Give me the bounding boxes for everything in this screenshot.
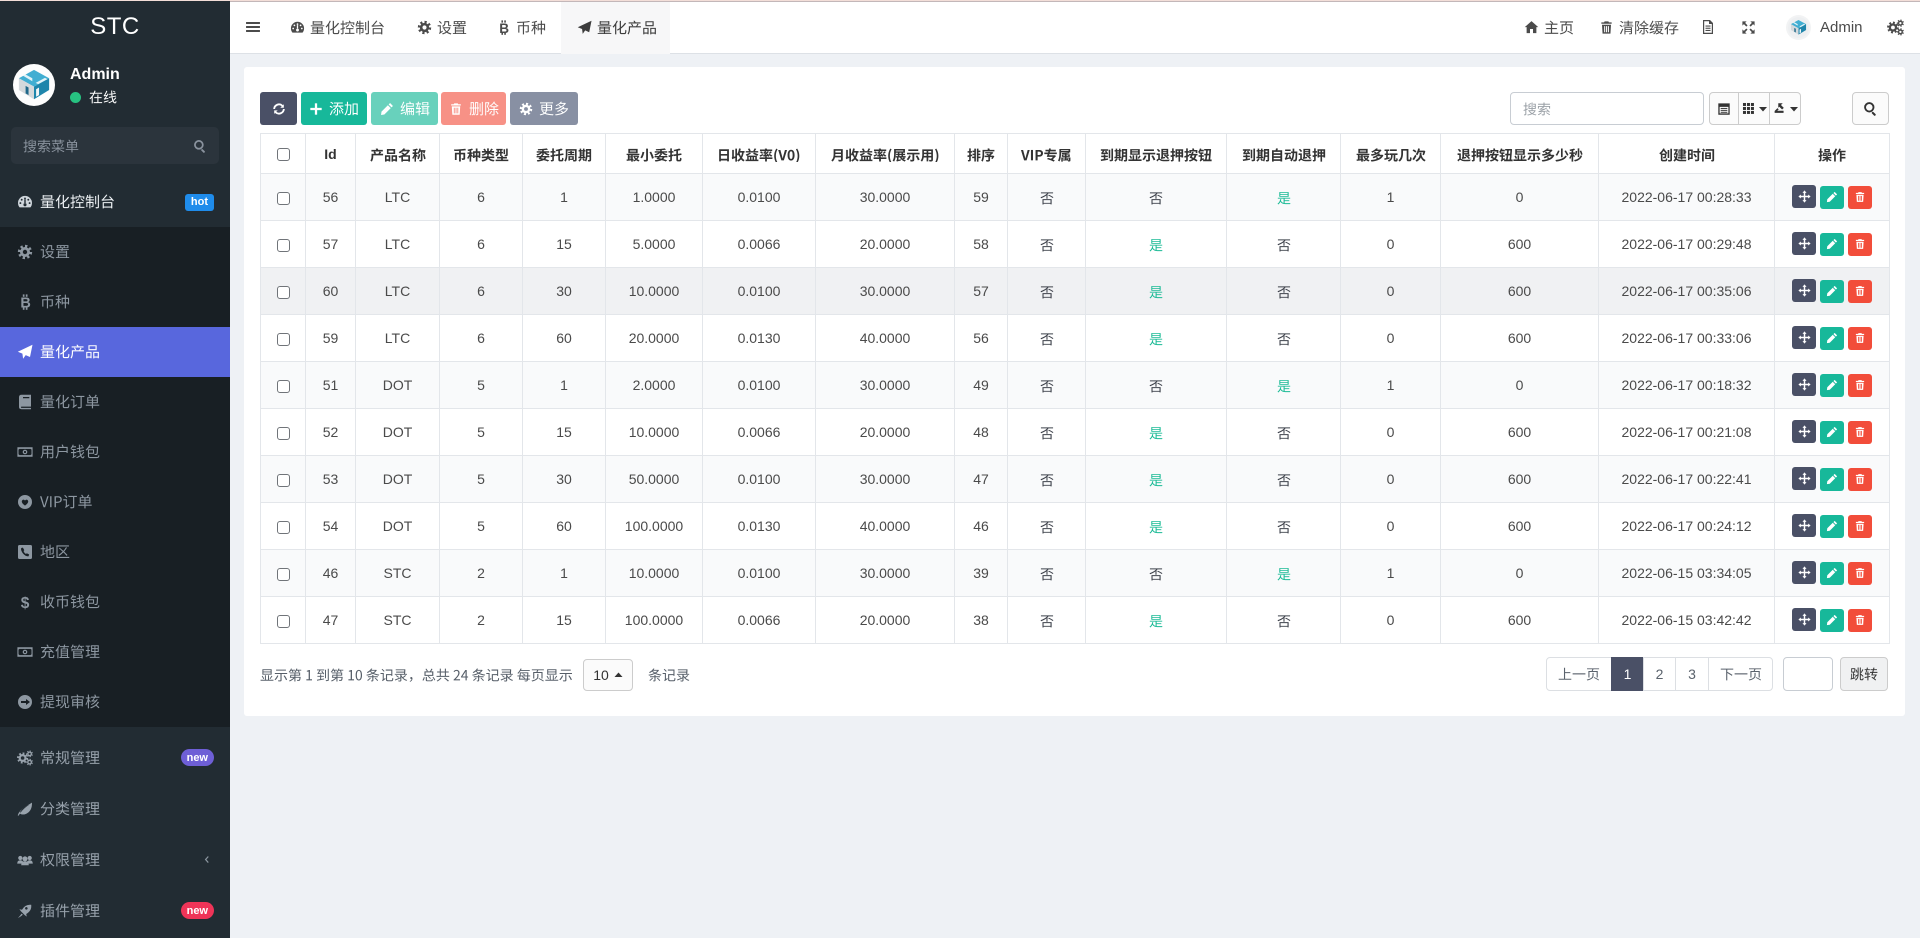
svg-text:$: $ xyxy=(21,595,30,610)
svg-text:B: B xyxy=(20,296,30,310)
svg-text:B: B xyxy=(499,20,509,34)
